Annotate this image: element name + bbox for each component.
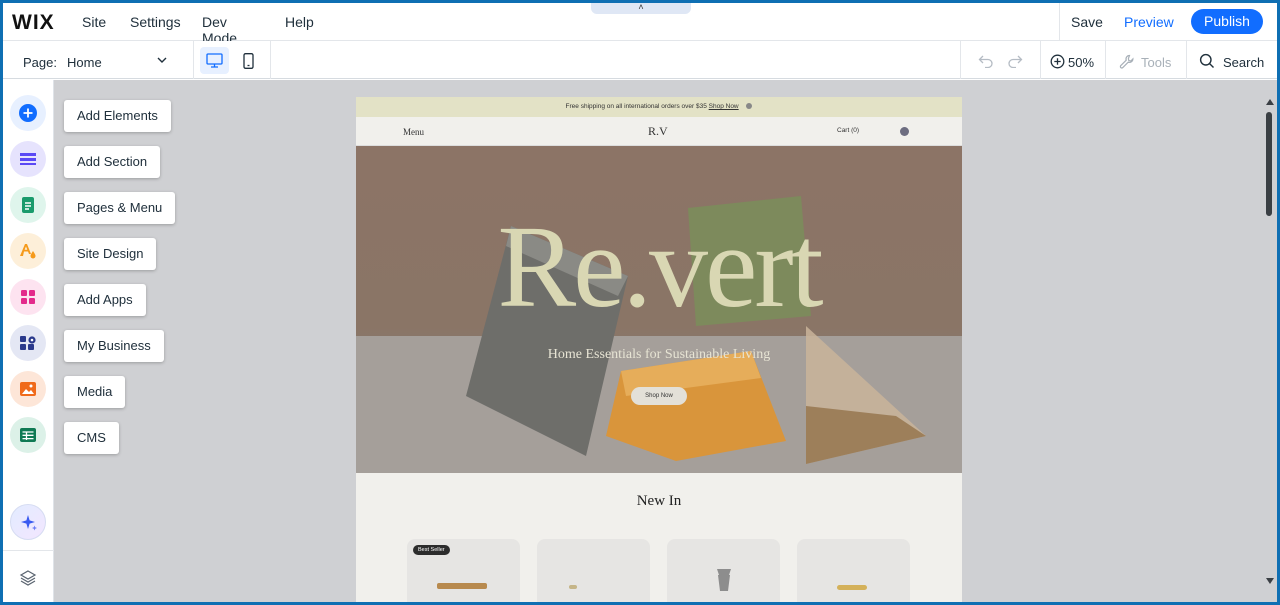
shop-now-button[interactable]: Shop Now	[631, 387, 687, 405]
desktop-view-button[interactable]	[200, 47, 229, 74]
business-icon	[20, 336, 36, 350]
top-bar: WIX Site Settings Dev Mode Help ˄ Save P…	[3, 3, 1277, 46]
media-icon	[20, 382, 36, 396]
cms-sidebar-button[interactable]	[10, 417, 46, 453]
divider	[960, 41, 961, 79]
menu-settings[interactable]: Settings	[130, 14, 181, 30]
page-toolbar: Page: Home 50% Tools Search	[3, 41, 1277, 79]
zoom-in-icon	[1050, 54, 1065, 69]
new-in-heading: New In	[636, 493, 682, 509]
add-apps-sidebar-button[interactable]	[10, 279, 46, 315]
add-elements-button[interactable]: Add Elements	[64, 100, 171, 132]
pages-menu-sidebar-button[interactable]	[10, 187, 46, 223]
announcement-text: Free shipping on all international order…	[565, 103, 707, 110]
product-card[interactable]	[537, 539, 650, 602]
left-sidebar	[3, 80, 54, 602]
search-icon	[1199, 53, 1214, 68]
publish-button[interactable]: Publish	[1191, 9, 1263, 34]
my-business-sidebar-button[interactable]	[10, 325, 46, 361]
product-card[interactable]	[797, 539, 910, 602]
site-design-sidebar-button[interactable]	[10, 233, 46, 269]
divider	[1040, 41, 1041, 79]
plus-circle-icon	[19, 104, 37, 122]
scrollbar-thumb[interactable]	[1266, 112, 1272, 216]
site-header: Menu R.V Cart (0)	[356, 117, 962, 146]
editor-canvas: Add Elements Add Section Pages & Menu Si…	[54, 80, 1277, 602]
redo-icon[interactable]	[1007, 54, 1023, 68]
product-card[interactable]	[667, 539, 780, 602]
product-card[interactable]: Best Seller	[407, 539, 520, 602]
design-icon	[20, 244, 36, 259]
ai-assistant-button[interactable]	[10, 504, 46, 540]
add-elements-sidebar-button[interactable]	[10, 95, 46, 131]
hero-subtitle: Home Essentials for Sustainable Living	[547, 347, 771, 362]
hero-title: Re.vert	[497, 201, 823, 332]
page-label: Page:	[23, 55, 57, 70]
add-apps-button[interactable]: Add Apps	[64, 284, 146, 316]
announcement-bar: Free shipping on all international order…	[356, 97, 962, 117]
menu-help[interactable]: Help	[285, 14, 314, 30]
desktop-icon	[206, 53, 223, 68]
divider	[1059, 3, 1060, 41]
close-icon[interactable]	[746, 103, 753, 110]
product-image	[437, 583, 487, 589]
zoom-value: 50%	[1068, 55, 1095, 70]
apps-icon	[21, 290, 35, 304]
wix-editor-window: WIX Site Settings Dev Mode Help ˄ Save P…	[3, 3, 1277, 602]
divider	[3, 550, 54, 551]
layers-icon[interactable]	[19, 569, 37, 587]
save-button[interactable]: Save	[1071, 14, 1103, 30]
site-menu-link[interactable]: Menu	[403, 127, 424, 137]
my-business-button[interactable]: My Business	[64, 330, 164, 362]
page-selector[interactable]: Home	[67, 55, 102, 70]
tools-label: Tools	[1141, 55, 1172, 70]
wix-logo: WIX	[12, 11, 55, 34]
sparkle-icon	[21, 515, 37, 531]
search-label: Search	[1223, 55, 1265, 70]
user-icon[interactable]	[900, 127, 909, 136]
cart-link[interactable]: Cart (0)	[837, 127, 859, 134]
product-image	[837, 585, 867, 590]
divider	[270, 41, 271, 79]
chevron-down-icon[interactable]	[155, 53, 169, 67]
add-section-sidebar-button[interactable]	[10, 141, 46, 177]
product-image	[717, 569, 731, 591]
page-icon	[22, 197, 34, 213]
site-preview[interactable]: Free shipping on all international order…	[356, 97, 962, 602]
menu-site[interactable]: Site	[82, 14, 106, 30]
undo-icon[interactable]	[978, 54, 994, 68]
cms-button[interactable]: CMS	[64, 422, 119, 454]
site-design-button[interactable]: Site Design	[64, 238, 157, 270]
media-sidebar-button[interactable]	[10, 371, 46, 407]
product-image	[569, 585, 577, 589]
site-logo[interactable]: R.V	[648, 124, 668, 139]
add-section-button[interactable]: Add Section	[64, 146, 161, 178]
divider	[1105, 41, 1106, 79]
media-button[interactable]: Media	[64, 376, 126, 408]
preview-button[interactable]: Preview	[1124, 14, 1174, 30]
mobile-icon	[243, 53, 254, 69]
cms-icon	[20, 428, 36, 442]
hero-section[interactable]: Re.vert Home Essentials for Sustainable …	[356, 146, 962, 473]
divider	[1186, 41, 1187, 79]
collapse-topbar-tab[interactable]: ˄	[591, 3, 691, 14]
wrench-icon	[1119, 54, 1134, 69]
scroll-up-icon[interactable]	[1266, 98, 1274, 106]
scroll-down-icon[interactable]	[1266, 577, 1274, 585]
divider	[193, 41, 194, 79]
chevron-up-icon: ˄	[638, 3, 644, 12]
mobile-view-button[interactable]	[234, 47, 263, 74]
announcement-link[interactable]: Shop Now	[709, 103, 739, 110]
section-icon	[20, 153, 36, 165]
pages-menu-button[interactable]: Pages & Menu	[64, 192, 176, 224]
best-seller-badge: Best Seller	[413, 545, 450, 555]
